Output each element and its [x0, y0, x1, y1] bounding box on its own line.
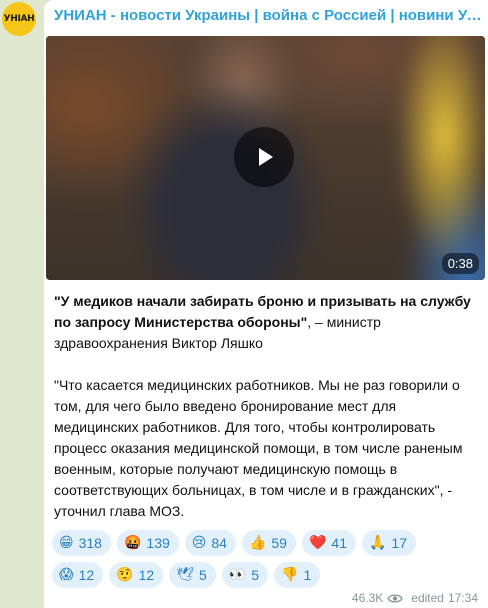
avatar-text: УНІАН [3, 14, 35, 24]
thumbs-down-icon: 👎 [281, 567, 299, 583]
reaction-dove[interactable]: 🕊 5 [169, 562, 216, 588]
reaction-grin[interactable]: 😁 318 [52, 530, 111, 556]
crying-emoji-icon: 😢 [191, 535, 207, 551]
eyes-icon: 👀 [228, 567, 247, 583]
reaction-count: 59 [271, 535, 287, 551]
edited-label: edited [411, 591, 444, 605]
scream-emoji-icon: 😱 [59, 567, 74, 583]
reaction-count: 12 [138, 567, 155, 583]
reaction-count: 5 [198, 567, 207, 583]
play-button[interactable] [234, 127, 294, 187]
reactions-panel: 😁 318 🤬 139 😢 84 👍 59 ❤️ 41 🙏 17 😱 12 🤨 12 🕊 5 👀 5… [52, 530, 482, 594]
reaction-count: 139 [146, 535, 170, 551]
post-text: "У медиков начали забирать броню и призы… [54, 291, 482, 522]
post-paragraph-2: "Что касается медицинских работников. Мы… [54, 377, 463, 519]
reaction-raised-eyebrow[interactable]: 🤨 12 [109, 562, 164, 588]
post-quote-bold: "У медиков начали забирать броню и призы… [54, 293, 471, 330]
reaction-pray[interactable]: 🙏 17 [361, 530, 416, 556]
reaction-crying[interactable]: 😢 84 [184, 530, 236, 556]
message-time: 17:34 [447, 591, 478, 605]
heart-icon: ❤️ [308, 535, 327, 551]
views-count: 46.3K [351, 591, 384, 605]
praying-hands-icon: 🙏 [368, 535, 387, 551]
video-duration: 0:38 [441, 253, 479, 274]
eye-icon [387, 593, 404, 603]
reaction-count: 12 [78, 567, 95, 583]
reaction-cursing[interactable]: 🤬 139 [116, 530, 179, 556]
reaction-count: 5 [251, 567, 260, 583]
raised-eyebrow-emoji-icon: 🤨 [116, 567, 134, 583]
post-paragraph-1: "У медиков начали забирать броню и призы… [54, 291, 482, 354]
reaction-thumbs-up[interactable]: 👍 59 [241, 530, 296, 556]
reaction-eyes[interactable]: 👀 5 [221, 562, 269, 588]
thumbs-up-icon: 👍 [248, 535, 267, 551]
dove-icon: 🕊 [176, 567, 194, 583]
reaction-count: 17 [391, 535, 407, 551]
reaction-scream[interactable]: 😱 12 [52, 562, 104, 588]
play-icon [259, 148, 273, 166]
reaction-count: 41 [331, 535, 347, 551]
reaction-count: 84 [211, 535, 227, 551]
message-meta: 46.3K edited 17:34 [352, 591, 478, 605]
video-preview[interactable]: 0:38 [46, 36, 485, 280]
reaction-count: 318 [78, 535, 102, 551]
reactions-row-1: 😁 318 🤬 139 😢 84 👍 59 ❤️ 41 🙏 17 [52, 530, 482, 556]
reaction-thumbs-down[interactable]: 👎 1 [274, 562, 321, 588]
channel-title[interactable]: УНИАН - новости Украины | война с Россие… [54, 7, 482, 24]
grin-emoji-icon: 😁 [59, 535, 74, 551]
channel-avatar[interactable]: УНІАН [2, 2, 36, 36]
reactions-row-2: 😱 12 🤨 12 🕊 5 👀 5 👎 1 [52, 562, 482, 588]
message-bubble: УНИАН - новости Украины | война с Россие… [44, 0, 488, 608]
reaction-heart[interactable]: ❤️ 41 [301, 530, 356, 556]
reaction-count: 1 [303, 567, 312, 583]
cursing-emoji-icon: 🤬 [123, 535, 142, 551]
